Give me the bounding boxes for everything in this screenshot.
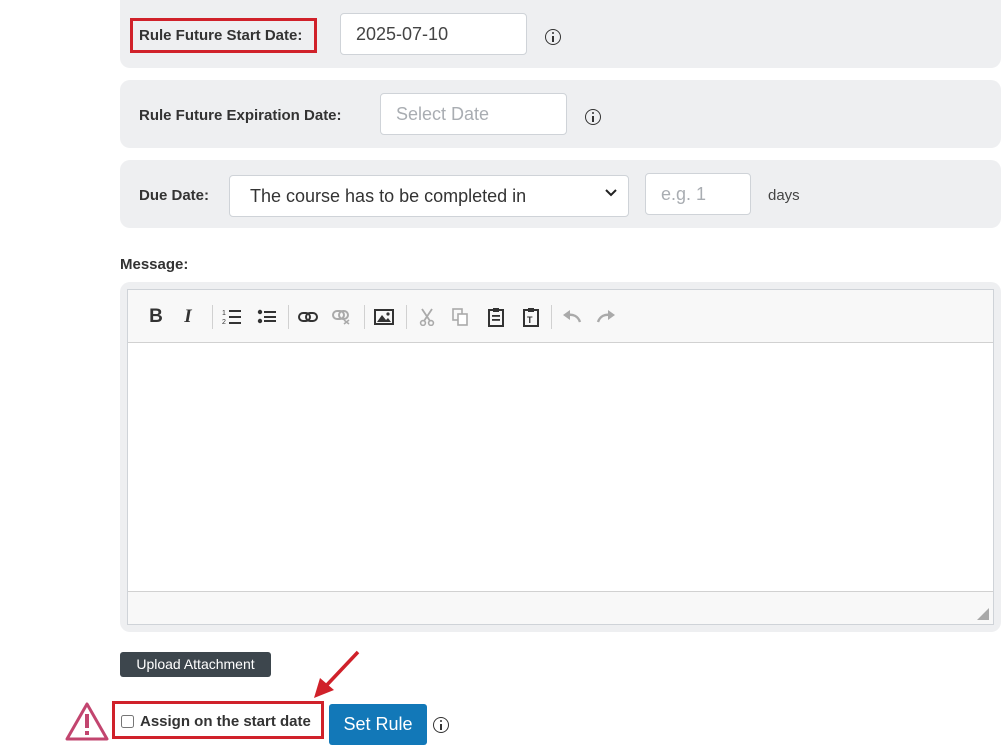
- upload-attachment-button[interactable]: Upload Attachment: [120, 652, 271, 677]
- warning-icon: [65, 702, 109, 741]
- toolbar-separator: [364, 305, 365, 329]
- info-icon[interactable]: [433, 717, 449, 733]
- message-textarea[interactable]: [128, 343, 993, 593]
- italic-icon[interactable]: I: [176, 305, 200, 329]
- assign-label-highlight: [112, 701, 324, 739]
- message-editor: B I 12 T: [120, 282, 1001, 632]
- start-date-label-highlight: [130, 18, 317, 53]
- due-date-select[interactable]: The course has to be completed in: [229, 175, 629, 217]
- message-label: Message:: [120, 256, 189, 273]
- expiration-date-input[interactable]: [380, 93, 567, 135]
- toolbar-separator: [551, 305, 552, 329]
- toolbar-separator: [212, 305, 213, 329]
- svg-text:2: 2: [222, 319, 226, 326]
- link-icon[interactable]: [296, 305, 320, 329]
- set-rule-button[interactable]: Set Rule: [329, 704, 427, 745]
- start-date-input[interactable]: [340, 13, 527, 55]
- paste-text-icon[interactable]: T: [519, 305, 543, 329]
- svg-text:1: 1: [222, 310, 226, 317]
- days-unit-label: days: [768, 187, 800, 204]
- chevron-down-icon: [605, 189, 617, 197]
- due-date-label: Due Date:: [139, 187, 210, 204]
- due-date-selected-value: The course has to be completed in: [250, 186, 527, 206]
- expiration-date-panel: Rule Future Expiration Date:: [120, 80, 1001, 148]
- copy-icon: [448, 305, 472, 329]
- paste-icon[interactable]: [484, 305, 508, 329]
- due-days-input[interactable]: [645, 173, 751, 215]
- info-icon[interactable]: [545, 29, 561, 45]
- svg-text:T: T: [527, 315, 533, 325]
- numbered-list-icon[interactable]: 12: [220, 305, 244, 329]
- image-icon[interactable]: [372, 305, 396, 329]
- resize-handle-icon[interactable]: [977, 608, 989, 620]
- cut-icon: [415, 305, 439, 329]
- due-date-panel: Due Date: The course has to be completed…: [120, 160, 1001, 228]
- bulleted-list-icon[interactable]: [255, 305, 279, 329]
- expiration-date-label: Rule Future Expiration Date:: [139, 107, 342, 124]
- editor-toolbar: B I 12 T: [128, 290, 993, 343]
- undo-icon: [560, 305, 584, 329]
- editor-frame: B I 12 T: [127, 289, 994, 625]
- toolbar-separator: [406, 305, 407, 329]
- unlink-icon: [330, 305, 354, 329]
- bold-icon[interactable]: B: [144, 305, 168, 329]
- info-icon[interactable]: [585, 109, 601, 125]
- editor-statusbar: [128, 591, 993, 624]
- redo-icon: [594, 305, 618, 329]
- annotation-arrow-icon: [314, 650, 360, 698]
- toolbar-separator: [288, 305, 289, 329]
